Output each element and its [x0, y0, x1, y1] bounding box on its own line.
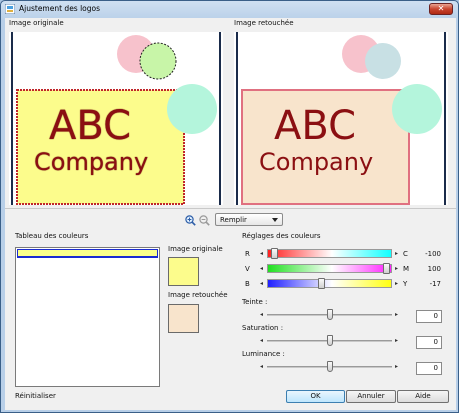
slider-r-label: R — [245, 250, 250, 258]
color-adjust-label: Réglages des couleurs — [242, 232, 321, 240]
help-button[interactable]: Aide — [397, 390, 449, 403]
original-logo-text-company: Company — [34, 148, 149, 176]
cancel-button[interactable]: Annuler — [346, 390, 396, 403]
slider-vm-value: 100 — [427, 265, 441, 273]
swatch-original-label: Image originale — [168, 245, 223, 253]
hue-label: Teinte : — [242, 298, 268, 306]
separator — [5, 208, 456, 209]
original-image-preview: ABC Company — [9, 32, 223, 205]
reset-button[interactable]: Réinitialiser — [15, 392, 56, 400]
slider-m-label: M — [403, 265, 410, 273]
slider-v-decrease[interactable]: ◂ — [258, 264, 265, 273]
original-image-label: Image originale — [9, 19, 64, 27]
saturation-thumb[interactable] — [327, 335, 333, 346]
chevron-down-icon — [272, 218, 278, 222]
slider-c-label: C — [403, 250, 408, 258]
hue-thumb[interactable] — [327, 309, 333, 320]
slider-by-track[interactable] — [267, 279, 392, 288]
luminance-decrease[interactable]: ◂ — [258, 362, 265, 371]
dialog-window: Ajustement des logos ✕ Image originale I… — [0, 0, 459, 413]
hue-value-field[interactable]: 0 — [416, 310, 442, 323]
ok-button[interactable]: OK — [286, 390, 345, 403]
saturation-decrease[interactable]: ◂ — [258, 336, 265, 345]
original-color-swatch — [168, 257, 199, 286]
adjusted-image-preview: ABC Company — [234, 32, 448, 205]
adjusted-logo-text-abc: ABC — [274, 103, 357, 149]
slider-v-increase[interactable]: ▸ — [393, 264, 400, 273]
display-mode-value: Remplir — [220, 216, 247, 224]
luminance-value-field[interactable]: 0 — [416, 362, 442, 375]
slider-vm-thumb[interactable] — [383, 263, 390, 274]
slider-b-decrease[interactable]: ◂ — [258, 279, 265, 288]
slider-rc-value: -100 — [425, 250, 441, 258]
saturation-increase[interactable]: ▸ — [393, 336, 400, 345]
saturation-label: Saturation : — [242, 324, 284, 332]
adjusted-color-swatch — [168, 304, 199, 333]
slider-v-label: V — [245, 265, 250, 273]
adjusted-image-label: Image retouchée — [234, 19, 294, 27]
display-mode-select[interactable]: Remplir — [215, 213, 283, 226]
color-table-row-selected[interactable] — [17, 249, 158, 258]
title-bar[interactable]: Ajustement des logos ✕ — [1, 1, 458, 17]
color-table-label: Tableau des couleurs — [15, 232, 89, 240]
slider-by-thumb[interactable] — [318, 278, 325, 289]
luminance-thumb[interactable] — [327, 361, 333, 372]
slider-by-value: -17 — [429, 280, 441, 288]
saturation-value-field[interactable]: 0 — [416, 336, 442, 349]
slider-vm-track[interactable] — [267, 264, 392, 273]
slider-rc-track[interactable] — [267, 249, 392, 258]
close-button[interactable]: ✕ — [429, 3, 453, 15]
slider-b-increase[interactable]: ▸ — [393, 279, 400, 288]
slider-r-increase[interactable]: ▸ — [393, 249, 400, 258]
window-title: Ajustement des logos — [19, 4, 101, 13]
app-icon — [5, 4, 15, 14]
color-table-list[interactable] — [15, 247, 160, 387]
luminance-increase[interactable]: ▸ — [393, 362, 400, 371]
slider-b-label: B — [245, 280, 250, 288]
adjusted-logo-text-company: Company — [259, 148, 374, 176]
hue-decrease[interactable]: ◂ — [258, 310, 265, 319]
zoom-out-icon[interactable] — [199, 215, 210, 226]
original-logo-text-abc: ABC — [49, 103, 132, 149]
slider-r-decrease[interactable]: ◂ — [258, 249, 265, 258]
dialog-client: Image originale Image retouchée ABC Comp… — [5, 18, 456, 410]
hue-increase[interactable]: ▸ — [393, 310, 400, 319]
slider-y-label: Y — [403, 280, 408, 288]
zoom-in-icon[interactable] — [185, 215, 196, 226]
swatch-adjusted-label: Image retouchée — [168, 291, 228, 299]
slider-rc-thumb[interactable] — [271, 248, 278, 259]
luminance-label: Luminance : — [242, 350, 285, 358]
